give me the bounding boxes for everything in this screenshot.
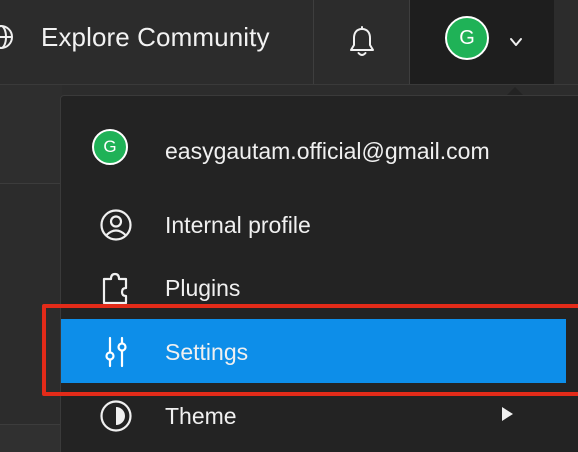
menu-item-theme[interactable]: Theme — [61, 383, 566, 447]
background-panel — [0, 85, 62, 183]
menu-item-settings[interactable]: Settings — [61, 319, 566, 383]
nav-explore-community[interactable]: Explore Community — [41, 22, 270, 53]
contrast-icon — [100, 400, 132, 432]
account-email: easygautam.official@gmail.com — [165, 138, 490, 164]
account-menu-button[interactable]: G — [410, 0, 554, 84]
notifications-button[interactable] — [314, 0, 410, 84]
app-window: Explore Community G G easygautam.officia… — [0, 0, 578, 452]
avatar: G — [445, 16, 489, 60]
menu-item-account-email[interactable]: G easygautam.official@gmail.com — [61, 96, 566, 192]
globe-icon[interactable] — [0, 24, 14, 50]
menu-item-internal-profile[interactable]: Internal profile — [61, 192, 566, 256]
account-dropdown-menu: G easygautam.official@gmail.com Internal… — [60, 95, 578, 452]
menu-item-label: Settings — [165, 339, 249, 365]
menu-item-plugins[interactable]: Plugins — [61, 255, 566, 319]
top-nav-bar: Explore Community G — [0, 0, 578, 85]
background-panel — [0, 425, 62, 452]
menu-item-label: Theme — [165, 403, 237, 429]
sliders-icon — [105, 336, 127, 368]
puzzle-icon — [102, 272, 128, 305]
chevron-down-icon — [510, 38, 522, 46]
user-circle-icon — [100, 209, 132, 241]
menu-item-label: Plugins — [165, 275, 241, 301]
menu-item-label: Internal profile — [165, 212, 311, 238]
background-panel — [0, 184, 62, 424]
bell-icon — [350, 26, 374, 56]
caret-right-icon — [502, 407, 513, 421]
avatar: G — [92, 129, 128, 165]
